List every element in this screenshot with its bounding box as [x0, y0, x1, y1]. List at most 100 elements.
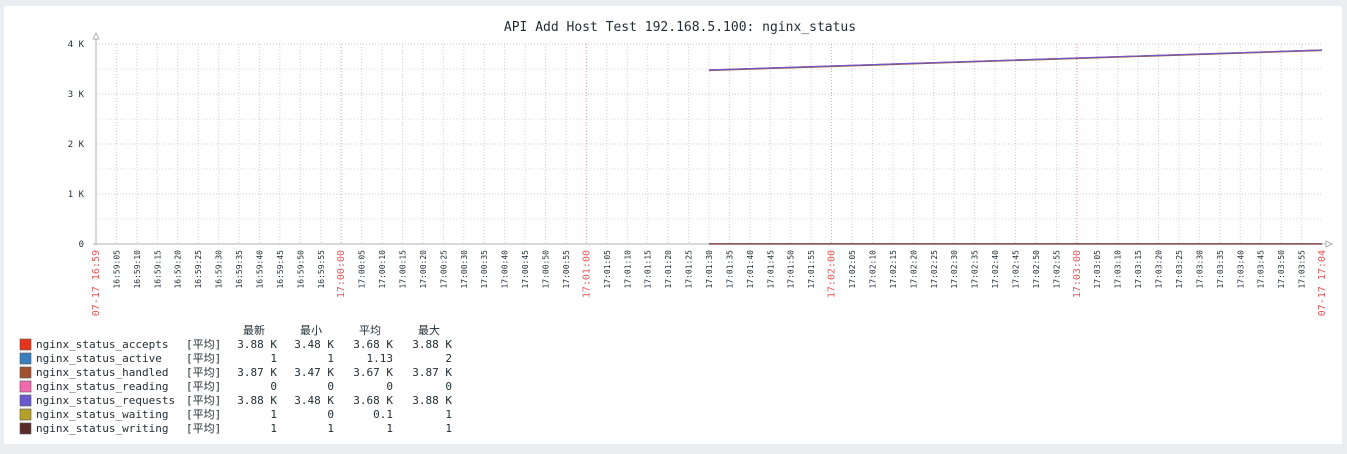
legend-value: 3.68 K [353, 394, 393, 407]
x-tick-label: 17:00:20 [419, 250, 428, 289]
legend-value: 0.1 [373, 408, 393, 421]
x-tick-label: 17:02:00 [827, 250, 838, 298]
legend-value: 0 [386, 380, 393, 393]
x-tick-label: 17:03:45 [1257, 250, 1266, 289]
x-tick-label: 17:01:50 [787, 250, 796, 289]
y-tick-label: 1 K [68, 190, 85, 200]
legend-value: 1 [327, 352, 334, 365]
legend-value: 3.87 K [237, 366, 277, 379]
legend-value: 3.88 K [412, 394, 452, 407]
legend-value: 3.88 K [237, 338, 277, 351]
y-axis-ticks: 0 1 K 2 K 3 K 4 K [68, 40, 85, 250]
legend-value: 0 [270, 380, 277, 393]
legend-series-name: nginx_status_requests [36, 394, 175, 407]
legend-value: 1.13 [367, 352, 394, 365]
x-tick-label: 17:03:00 [1072, 250, 1083, 298]
nginx-status-chart: API Add Host Test 192.168.5.100: nginx_s… [19, 20, 1334, 435]
x-tick-label: 16:59:20 [174, 250, 183, 289]
x-axis-arrow [1325, 240, 1334, 248]
x-tick-label: 17:00:05 [358, 250, 367, 289]
x-tick-label: 17:02:25 [930, 250, 939, 289]
x-tick-label: 16:59:25 [194, 250, 203, 289]
legend-function: [平均] [186, 366, 221, 379]
x-tick-label: 16:59:35 [235, 250, 244, 289]
legend-swatch [19, 352, 32, 365]
x-tick-label: 17:02:45 [1012, 250, 1021, 289]
legend-function: [平均] [186, 394, 221, 407]
chart-legend: 最新 最小 平均 最大 nginx_status_accepts [平均] 3.88 K 3.… [19, 323, 452, 435]
legend-value: 3.48 K [294, 394, 334, 407]
legend-function: [平均] [186, 422, 221, 435]
x-tick-label: 17:01:55 [807, 250, 816, 289]
legend-header: 最大 [418, 323, 440, 337]
x-tick-label: 17:03:20 [1155, 250, 1164, 289]
x-tick-label: 17:01:15 [644, 250, 653, 289]
x-tick-label: 17:03:15 [1134, 250, 1143, 289]
legend-function: [平均] [186, 380, 221, 393]
x-tick-label: 16:59:30 [215, 250, 224, 289]
legend-value: 3.47 K [294, 366, 334, 379]
legend-series-name: nginx_status_writing [36, 422, 168, 435]
x-tick-label: 17:03:30 [1195, 250, 1204, 289]
x-tick-label: 17:03:10 [1114, 250, 1123, 289]
x-tick-label: 17:00:55 [562, 250, 571, 289]
x-tick-label: 17:02:35 [971, 250, 980, 289]
x-tick-label: 17:00:00 [336, 250, 347, 298]
legend-value: 3.87 K [412, 366, 452, 379]
legend-swatch [19, 422, 32, 435]
x-tick-label: 17:02:05 [848, 250, 857, 289]
legend-series-name: nginx_status_waiting [36, 408, 168, 421]
legend-header: 最小 [300, 324, 322, 337]
legend-value: 1 [270, 408, 277, 421]
y-tick-label: 2 K [68, 140, 85, 150]
legend-value: 3.67 K [353, 366, 393, 379]
legend-value: 1 [445, 408, 452, 421]
x-tick-label: 17:00:10 [378, 250, 387, 289]
x-tick-label: 17:02:15 [889, 250, 898, 289]
legend-value: 1 [327, 422, 334, 435]
x-tick-label: 17:03:40 [1236, 250, 1245, 289]
legend-value: 3.88 K [237, 394, 277, 407]
x-tick-label: 17:01:40 [746, 250, 755, 289]
legend-function: [平均] [186, 338, 221, 351]
legend-series-name: nginx_status_active [36, 352, 162, 365]
legend-value: 0 [445, 380, 452, 393]
legend-value: 3.48 K [294, 338, 334, 351]
legend-swatch [19, 366, 32, 379]
legend-series-name: nginx_status_accepts [36, 338, 168, 351]
legend-swatch [19, 394, 32, 407]
chart-axes [92, 31, 1334, 248]
x-tick-label: 17:00:15 [399, 250, 408, 289]
x-tick-label: 16:59:10 [133, 250, 142, 289]
legend-swatch [19, 380, 32, 393]
x-tick-label: 16:59:40 [255, 250, 264, 289]
legend-value: 1 [270, 422, 277, 435]
x-tick-label: 17:01:10 [623, 250, 632, 289]
x-tick-label: 17:03:05 [1093, 250, 1102, 289]
x-tick-label: 17:01:25 [685, 250, 694, 289]
x-tick-label: 17:03:35 [1216, 250, 1225, 289]
x-tick-label: 17:02:20 [909, 250, 918, 289]
x-tick-label: 17:01:20 [664, 250, 673, 289]
x-tick-label: 17:03:50 [1277, 250, 1286, 289]
x-end-label: 07-17 17:04 [1317, 250, 1328, 316]
x-tick-label: 16:59:15 [153, 250, 162, 289]
legend-value: 1 [270, 352, 277, 365]
y-tick-label: 0 [79, 240, 84, 250]
legend-value: 3.68 K [353, 338, 393, 351]
x-tick-label: 17:02:10 [868, 250, 877, 289]
legend-value: 3.88 K [412, 338, 452, 351]
x-tick-label: 17:02:30 [950, 250, 959, 289]
x-tick-label: 17:00:40 [501, 250, 510, 289]
x-tick-label: 17:01:30 [705, 250, 714, 289]
x-tick-label: 16:59:50 [296, 250, 305, 289]
x-tick-label: 16:59:05 [112, 250, 121, 289]
x-tick-label: 17:01:35 [725, 250, 734, 289]
y-tick-label: 4 K [68, 40, 85, 50]
y-tick-label: 3 K [68, 90, 85, 100]
legend-function: [平均] [186, 352, 221, 365]
legend-series-name: nginx_status_handled [36, 366, 168, 379]
legend-function: [平均] [186, 408, 221, 421]
x-axis-ticks: 16:59:05 16:59:10 16:59:15 16:59:20 16:59:25… [91, 250, 1328, 316]
legend-header: 平均 [359, 324, 381, 337]
